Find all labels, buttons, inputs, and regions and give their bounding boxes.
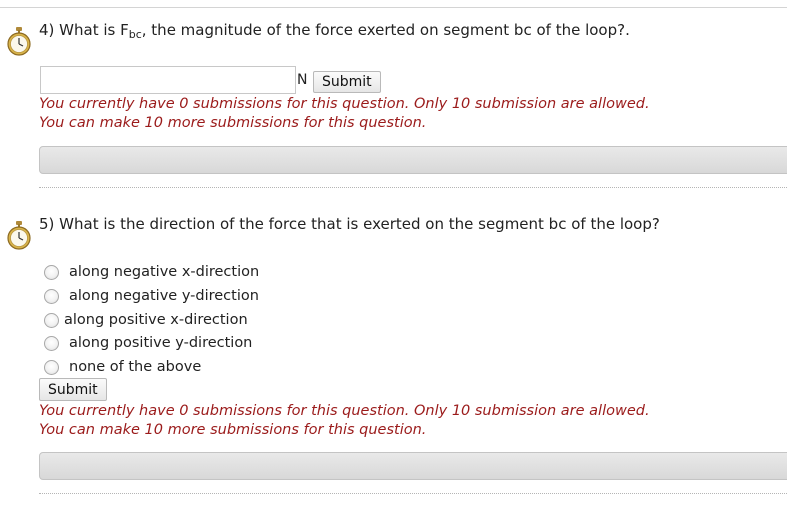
- submission-status-q4: You currently have 0 submissions for thi…: [39, 96, 650, 112]
- submit-button-q5[interactable]: Submit: [39, 378, 107, 401]
- option-row[interactable]: along negative y-direction: [44, 286, 259, 306]
- feedback-bar-q5: [39, 452, 787, 480]
- option-label: along negative x-direction: [69, 264, 260, 280]
- radio-button[interactable]: [44, 359, 59, 375]
- submit-button-q4[interactable]: Submit: [313, 71, 381, 93]
- submission-remaining-q4: You can make 10 more submissions for thi…: [39, 115, 427, 131]
- option-label: along positive x-direction: [64, 312, 248, 328]
- radio-button[interactable]: [44, 264, 59, 280]
- option-label: none of the above: [69, 359, 202, 375]
- option-row[interactable]: along negative x-direction: [44, 262, 259, 282]
- question-5-text: 5) What is the direction of the force th…: [39, 215, 660, 233]
- top-divider: [0, 0, 787, 8]
- option-row[interactable]: none of the above: [44, 357, 201, 377]
- option-label: along negative y-direction: [69, 288, 259, 304]
- option-label: along positive y-direction: [69, 335, 253, 351]
- radio-button[interactable]: [44, 288, 59, 304]
- radio-button[interactable]: [44, 335, 59, 351]
- submission-remaining-q5: You can make 10 more submissions for thi…: [39, 422, 427, 438]
- stopwatch-icon: [7, 27, 31, 56]
- option-row[interactable]: along positive y-direction: [44, 333, 252, 353]
- section-divider: [39, 187, 787, 188]
- unit-label: N: [297, 72, 308, 88]
- feedback-bar-q4: [39, 146, 787, 174]
- section-divider: [39, 493, 787, 494]
- answer-input[interactable]: [40, 66, 296, 94]
- question-4-text: 4) What is Fbc, the magnitude of the for…: [39, 21, 630, 41]
- radio-button[interactable]: [44, 312, 59, 328]
- submission-status-q5: You currently have 0 submissions for thi…: [39, 403, 650, 419]
- option-row[interactable]: along positive x-direction: [44, 310, 248, 330]
- stopwatch-icon: [7, 221, 31, 250]
